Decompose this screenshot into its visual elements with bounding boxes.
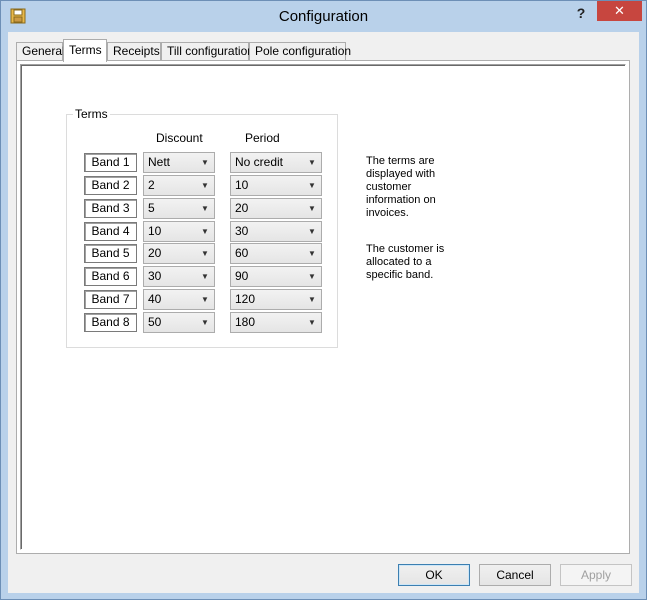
ok-button[interactable]: OK [398, 564, 470, 586]
band-2-label: Band 2 [84, 176, 137, 195]
band-4-discount-value: 10 [148, 224, 162, 238]
band-6-period-select[interactable]: 90 ▼ [230, 266, 322, 287]
chevron-down-icon: ▼ [308, 158, 316, 167]
band-3-period-select[interactable]: 20 ▼ [230, 198, 322, 219]
close-button[interactable]: ✕ [597, 1, 642, 21]
title-bar: Configuration ? ✕ [1, 1, 646, 32]
chevron-down-icon: ▼ [308, 181, 316, 190]
tab-terms[interactable]: Terms [63, 39, 107, 62]
band-2-discount-value: 2 [148, 178, 155, 192]
help-button[interactable]: ? [571, 3, 591, 23]
band-1-period-value: No credit [235, 155, 284, 169]
panel-frame: Terms Discount Period Band 1 Nett ▼ No cr… [20, 64, 626, 550]
band-5-discount-value: 20 [148, 246, 162, 260]
band-7-period-value: 120 [235, 292, 256, 306]
discount-header: Discount [156, 131, 203, 145]
band-7-period-select[interactable]: 120 ▼ [230, 289, 322, 310]
terms-info-text: The terms are displayed with customer in… [366, 155, 436, 219]
cancel-button[interactable]: Cancel [479, 564, 551, 586]
terms-groupbox: Terms Discount Period Band 1 Nett ▼ No cr… [66, 107, 338, 348]
chevron-down-icon: ▼ [201, 181, 209, 190]
band-7-label: Band 7 [84, 290, 137, 309]
band-3-discount-value: 5 [148, 201, 155, 215]
band-5-period-select[interactable]: 60 ▼ [230, 243, 322, 264]
band-8-label: Band 8 [84, 313, 137, 332]
band-4-label: Band 4 [84, 222, 137, 241]
band-1-discount-select[interactable]: Nett ▼ [143, 152, 215, 173]
band-4-discount-select[interactable]: 10 ▼ [143, 221, 215, 242]
terms-group-label: Terms [73, 107, 110, 121]
band-8-period-select[interactable]: 180 ▼ [230, 312, 322, 333]
band-5-discount-select[interactable]: 20 ▼ [143, 243, 215, 264]
band-3-discount-select[interactable]: 5 ▼ [143, 198, 215, 219]
dialog-client-area: General Terms Receipts Till configuratio… [8, 32, 639, 593]
chevron-down-icon: ▼ [201, 272, 209, 281]
band-6-discount-value: 30 [148, 269, 162, 283]
chevron-down-icon: ▼ [201, 249, 209, 258]
chevron-down-icon: ▼ [308, 318, 316, 327]
apply-button[interactable]: Apply [560, 564, 632, 586]
band-7-discount-select[interactable]: 40 ▼ [143, 289, 215, 310]
band-7-discount-value: 40 [148, 292, 162, 306]
band-info-text: The customer is allocated to a specific … [366, 243, 445, 281]
chevron-down-icon: ▼ [201, 158, 209, 167]
tab-till-configuration[interactable]: Till configuration [161, 42, 254, 61]
chevron-down-icon: ▼ [308, 272, 316, 281]
period-header: Period [245, 131, 280, 145]
chevron-down-icon: ▼ [201, 318, 209, 327]
band-6-label: Band 6 [84, 267, 137, 286]
band-2-period-select[interactable]: 10 ▼ [230, 175, 322, 196]
tab-general[interactable]: General [16, 42, 65, 61]
band-3-period-value: 20 [235, 201, 249, 215]
tab-receipts[interactable]: Receipts [107, 42, 161, 61]
chevron-down-icon: ▼ [308, 204, 316, 213]
terms-tab-panel: Terms Discount Period Band 1 Nett ▼ No cr… [16, 60, 630, 554]
chevron-down-icon: ▼ [201, 227, 209, 236]
chevron-down-icon: ▼ [201, 295, 209, 304]
band-1-discount-value: Nett [148, 155, 171, 169]
tab-pole-configuration[interactable]: Pole configuration [249, 42, 351, 61]
band-5-period-value: 60 [235, 246, 249, 260]
band-8-period-value: 180 [235, 315, 256, 329]
band-2-period-value: 10 [235, 178, 249, 192]
chevron-down-icon: ▼ [201, 204, 209, 213]
band-8-discount-value: 50 [148, 315, 162, 329]
chevron-down-icon: ▼ [308, 249, 316, 258]
band-8-discount-select[interactable]: 50 ▼ [143, 312, 215, 333]
band-1-label: Band 1 [84, 153, 137, 172]
band-4-period-value: 30 [235, 224, 249, 238]
band-6-discount-select[interactable]: 30 ▼ [143, 266, 215, 287]
configuration-window: Configuration ? ✕ General Terms Receipts… [0, 0, 647, 600]
band-2-discount-select[interactable]: 2 ▼ [143, 175, 215, 196]
window-title: Configuration [278, 8, 369, 25]
band-3-label: Band 3 [84, 199, 137, 218]
chevron-down-icon: ▼ [308, 295, 316, 304]
band-4-period-select[interactable]: 30 ▼ [230, 221, 322, 242]
band-6-period-value: 90 [235, 269, 249, 283]
band-1-period-select[interactable]: No credit ▼ [230, 152, 322, 173]
band-5-label: Band 5 [84, 244, 137, 263]
chevron-down-icon: ▼ [308, 227, 316, 236]
